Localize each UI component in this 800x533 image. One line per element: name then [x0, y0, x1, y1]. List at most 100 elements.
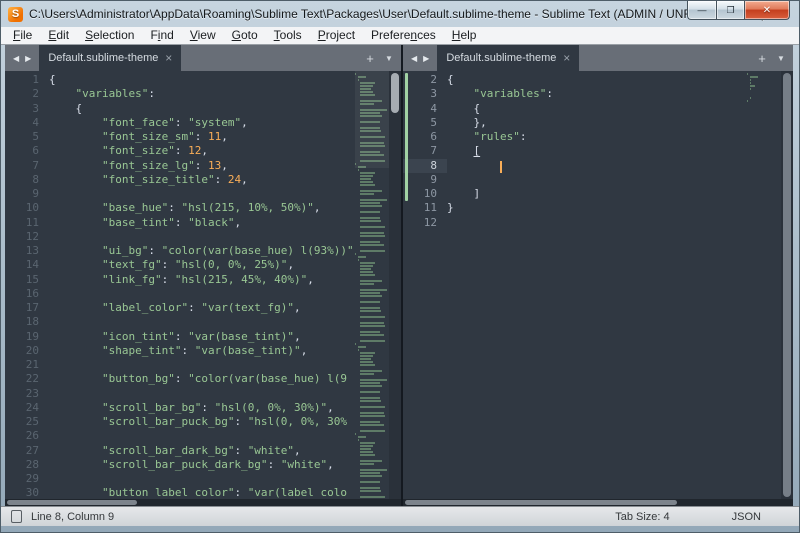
code-line[interactable]: "label_color": "var(text_fg)",	[49, 301, 355, 315]
code-line[interactable]	[447, 159, 747, 173]
tab-overflow-button[interactable]: ▼	[379, 45, 399, 71]
horizontal-scrollbar-left[interactable]	[5, 499, 401, 506]
prev-tab-icon[interactable]: ◀	[408, 54, 420, 63]
maximize-button[interactable]: ❐	[716, 1, 745, 20]
code-line[interactable]	[49, 358, 355, 372]
line-number: 14	[5, 258, 49, 272]
close-button[interactable]: ✕	[745, 1, 790, 20]
code-line[interactable]: "variables":	[447, 87, 747, 101]
scrollbar-puck[interactable]	[405, 500, 677, 505]
status-tab-size[interactable]: Tab Size: 4	[615, 511, 669, 523]
scrollbar-puck[interactable]	[391, 73, 399, 113]
code-line[interactable]: "scroll_bar_dark_bg": "white",	[49, 444, 355, 458]
menu-item-project[interactable]: Project	[310, 27, 363, 44]
code-line[interactable]: {	[447, 102, 747, 116]
line-number: 15	[5, 273, 49, 287]
menubar: FileEditSelectionFindViewGotoToolsProjec…	[1, 27, 799, 45]
code-line[interactable]: "base_hue": "hsl(215, 10%, 50%)",	[49, 201, 355, 215]
tab-close-icon[interactable]: ×	[165, 52, 172, 64]
code-line[interactable]	[49, 387, 355, 401]
minimap-right[interactable]	[747, 71, 781, 499]
status-mode-icon[interactable]	[11, 510, 22, 523]
line-number: 21	[5, 358, 49, 372]
editor-right[interactable]: 23456789101112 { "variables": { }, "rule…	[403, 71, 793, 499]
new-tab-button[interactable]: +	[361, 45, 379, 71]
code-line[interactable]: "link_fg": "hsl(215, 45%, 40%)",	[49, 273, 355, 287]
code-line[interactable]	[49, 315, 355, 329]
menu-item-edit[interactable]: Edit	[40, 27, 77, 44]
menu-item-help[interactable]: Help	[444, 27, 485, 44]
code-line[interactable]	[447, 173, 747, 187]
code-line[interactable]: "base_tint": "black",	[49, 216, 355, 230]
tab-bar-left: ◀ ▶ Default.sublime-theme × + ▼	[5, 45, 401, 71]
minimap-viewport[interactable]	[355, 71, 389, 168]
line-number: 11	[5, 216, 49, 230]
tab-overflow-button[interactable]: ▼	[771, 45, 791, 71]
editor-left[interactable]: 1234567891011121314151617181920212223242…	[5, 71, 401, 499]
menu-item-selection[interactable]: Selection	[77, 27, 142, 44]
line-number: 5	[5, 130, 49, 144]
menu-item-find[interactable]: Find	[142, 27, 181, 44]
menu-item-view[interactable]: View	[182, 27, 224, 44]
tab-close-icon[interactable]: ×	[563, 52, 570, 64]
line-number: 10	[5, 201, 49, 215]
code-line[interactable]: "variables":	[49, 87, 355, 101]
code-line[interactable]	[49, 472, 355, 486]
editor-workspace: ◀ ▶ Default.sublime-theme × + ▼ 12345678…	[5, 45, 793, 506]
status-cursor-position: Line 8, Column 9	[31, 511, 114, 523]
line-number: 27	[5, 444, 49, 458]
code-line[interactable]: "icon_tint": "var(base_tint)",	[49, 330, 355, 344]
code-line[interactable]: "scroll_bar_puck_bg": "hsl(0, 0%, 30%	[49, 415, 355, 429]
line-number: 2	[403, 73, 447, 87]
code-line[interactable]: "font_size_lg": 13,	[49, 159, 355, 173]
code-line[interactable]: {	[49, 102, 355, 116]
code-line[interactable]: }	[447, 201, 747, 215]
titlebar[interactable]: S C:\Users\Administrator\AppData\Roaming…	[1, 1, 799, 27]
code-line[interactable]: {	[447, 73, 747, 87]
code-line[interactable]: "scroll_bar_puck_dark_bg": "white",	[49, 458, 355, 472]
code-line[interactable]: "font_size": 12,	[49, 144, 355, 158]
vertical-scrollbar-left[interactable]	[389, 71, 401, 499]
code-area-left[interactable]: { "variables": { "font_face": "system", …	[49, 71, 355, 499]
code-line[interactable]	[49, 230, 355, 244]
code-line[interactable]: "rules":	[447, 130, 747, 144]
code-line[interactable]: "button label color": "var(label colo	[49, 486, 355, 499]
code-line[interactable]: "font_size_title": 24,	[49, 173, 355, 187]
code-line[interactable]	[447, 216, 747, 230]
next-tab-icon[interactable]: ▶	[420, 54, 432, 63]
code-line[interactable]: [	[447, 144, 747, 158]
scrollbar-puck[interactable]	[7, 500, 137, 505]
prev-tab-icon[interactable]: ◀	[10, 54, 22, 63]
minimize-button[interactable]: —	[687, 1, 716, 20]
code-line[interactable]	[49, 429, 355, 443]
code-line[interactable]: },	[447, 116, 747, 130]
code-line[interactable]: "text_fg": "hsl(0, 0%, 25%)",	[49, 258, 355, 272]
new-tab-button[interactable]: +	[753, 45, 771, 71]
code-line[interactable]: "shape_tint": "var(base_tint)",	[49, 344, 355, 358]
scrollbar-puck[interactable]	[783, 73, 791, 497]
menu-item-tools[interactable]: Tools	[266, 27, 310, 44]
line-number: 4	[403, 102, 447, 116]
horizontal-scrollbar-right[interactable]	[403, 499, 793, 506]
code-line[interactable]: "font_face": "system",	[49, 116, 355, 130]
code-line[interactable]: "font_size_sm": 11,	[49, 130, 355, 144]
code-line[interactable]: "scroll_bar_bg": "hsl(0, 0%, 30%)",	[49, 401, 355, 415]
tab-default-sublime-theme[interactable]: Default.sublime-theme ×	[39, 45, 181, 71]
menu-item-file[interactable]: File	[5, 27, 40, 44]
text-cursor	[500, 161, 502, 173]
vertical-scrollbar-right[interactable]	[781, 71, 793, 499]
menu-item-goto[interactable]: Goto	[224, 27, 266, 44]
next-tab-icon[interactable]: ▶	[22, 54, 34, 63]
code-line[interactable]: {	[49, 73, 355, 87]
code-line[interactable]: "ui_bg": "color(var(base_hue) l(93%))",	[49, 244, 355, 258]
line-number: 8	[5, 173, 49, 187]
code-area-right[interactable]: { "variables": { }, "rules": [ ]}	[447, 71, 747, 499]
minimap-left[interactable]	[355, 71, 389, 499]
code-line[interactable]: ]	[447, 187, 747, 201]
tab-default-sublime-theme[interactable]: Default.sublime-theme ×	[437, 45, 579, 71]
code-line[interactable]	[49, 287, 355, 301]
status-syntax[interactable]: JSON	[732, 511, 761, 523]
code-line[interactable]: "button_bg": "color(var(base_hue) l(9	[49, 372, 355, 386]
code-line[interactable]	[49, 187, 355, 201]
menu-item-preferences[interactable]: Preferences	[363, 27, 444, 44]
